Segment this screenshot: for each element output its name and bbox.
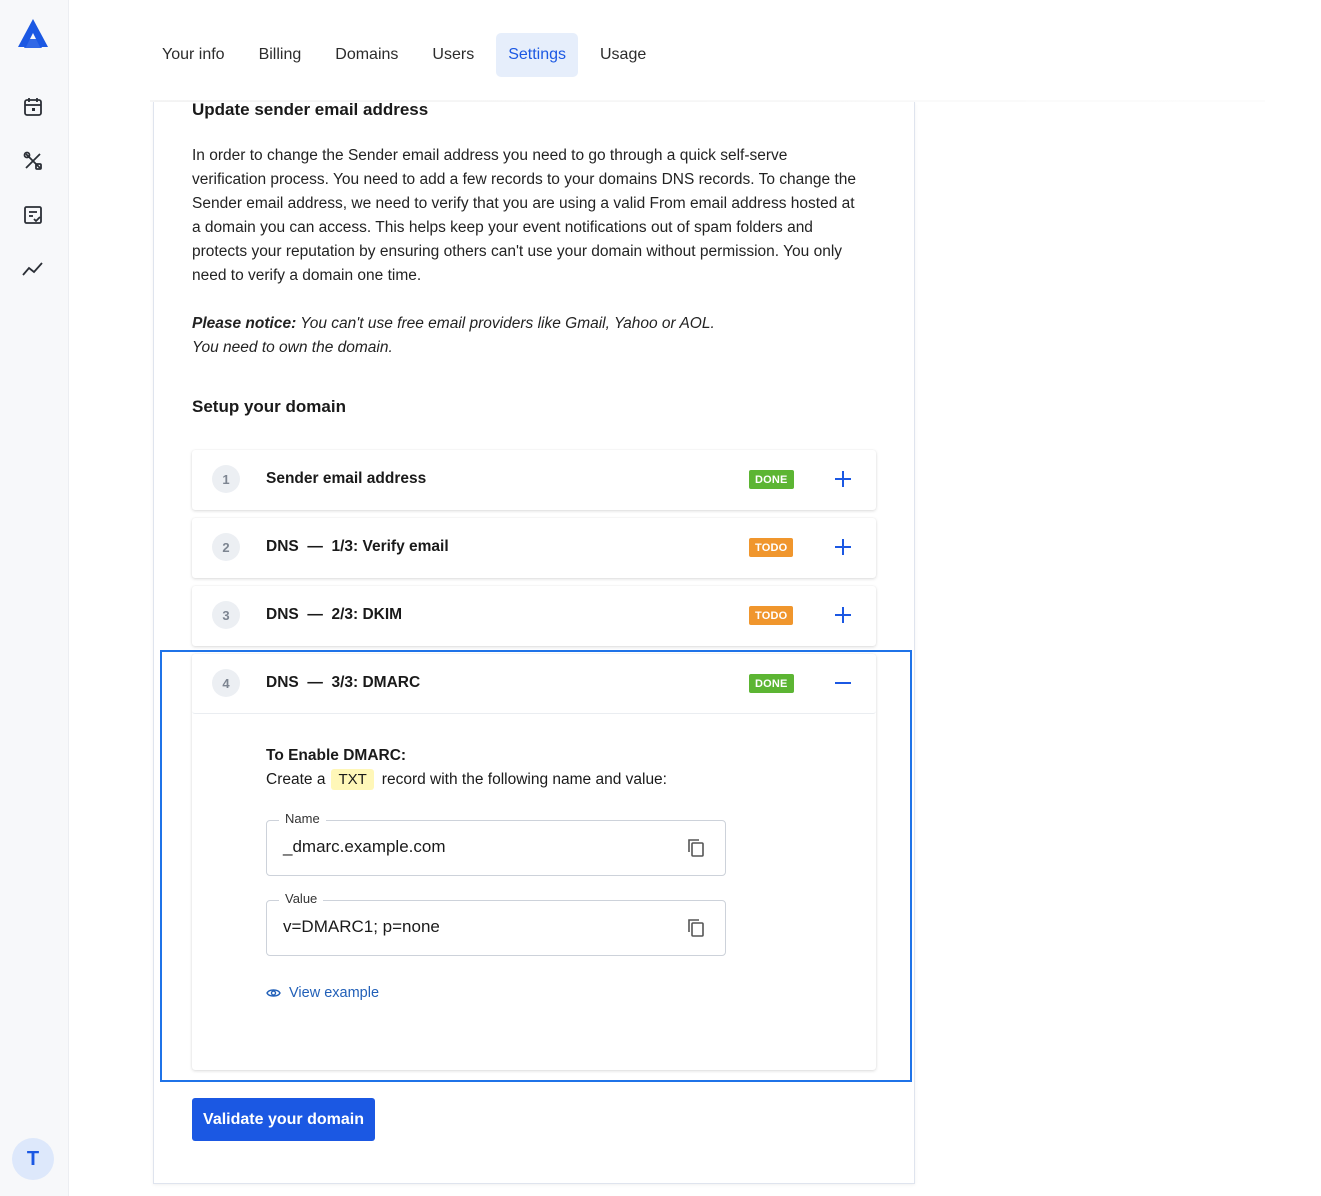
step-number: 3 [212,601,240,629]
field-label: Name [279,811,326,826]
field-label: Value [279,891,324,906]
record-type-chip: TXT [331,769,374,790]
expand-plus-icon[interactable] [832,604,854,626]
copy-icon[interactable] [685,837,707,859]
status-badge: DONE [749,674,794,693]
step-title: DNS — 2/3: DKIM [266,606,403,623]
step-sender-email[interactable]: 1 Sender email address DONE [192,450,876,510]
instruction-suffix: record with the following name and value… [381,770,667,788]
app-logo-icon[interactable] [15,17,51,51]
step-number: 4 [212,669,240,697]
view-example-link[interactable]: View example [266,985,379,1001]
sidebar: T [0,0,69,1196]
notice: Please notice: You can't use free email … [192,312,862,360]
dmarc-value-field[interactable]: Value v=DMARC1; p=none [266,891,726,956]
validate-domain-button[interactable]: Validate your domain [192,1098,375,1141]
tab-billing[interactable]: Billing [247,33,314,77]
field-value[interactable]: v=DMARC1; p=none [283,917,440,937]
instruction-prefix: Create a [266,770,326,788]
view-example-label: View example [289,985,380,1001]
eye-icon [266,989,281,997]
step-dns-verify-email[interactable]: 2 DNS — 1/3: Verify email TODO [192,518,876,578]
tab-domains[interactable]: Domains [323,33,410,77]
calendar-icon[interactable] [20,94,46,120]
field-value[interactable]: _dmarc.example.com [283,837,446,857]
status-badge: DONE [749,470,794,489]
step-title: DNS — 3/3: DMARC [266,674,421,691]
tab-usage[interactable]: Usage [588,33,658,77]
expand-plus-icon[interactable] [832,536,854,558]
tools-icon[interactable] [20,148,46,174]
expand-plus-icon[interactable] [832,468,854,490]
step-title: Sender email address [266,470,427,487]
notice-text-2: You need to own the domain. [192,339,393,356]
avatar[interactable]: T [12,1138,54,1180]
analytics-icon[interactable] [20,256,46,282]
status-badge: TODO [749,538,794,557]
collapse-minus-icon[interactable] [832,672,854,694]
step-dmarc-header[interactable]: 4 DNS — 3/3: DMARC DONE [192,654,876,714]
step-number: 1 [212,465,240,493]
notice-text: You can't use free email providers like … [296,315,715,332]
tab-your-info[interactable]: Your info [150,33,237,77]
dmarc-name-field[interactable]: Name _dmarc.example.com [266,811,726,876]
top-tabs: Your info Billing Domains Users Settings… [150,33,668,77]
dmarc-heading: To Enable DMARC: [266,747,407,764]
status-badge: TODO [749,606,794,625]
step-title: DNS — 1/3: Verify email [266,538,449,555]
checklist-icon[interactable] [20,202,46,228]
step-dns-dkim[interactable]: 3 DNS — 2/3: DKIM TODO [192,586,876,646]
notice-label: Please notice: [192,315,297,332]
tab-users[interactable]: Users [420,33,486,77]
copy-icon[interactable] [685,917,707,939]
avatar-initial: T [26,1147,40,1170]
section-title: Update sender email address [192,100,429,119]
setup-title: Setup your domain [192,397,346,416]
tab-settings[interactable]: Settings [496,33,578,77]
step-number: 2 [212,533,240,561]
dmarc-instructions: Create a TXT record with the following n… [266,769,667,790]
section-description: In order to change the Sender email addr… [192,147,857,284]
